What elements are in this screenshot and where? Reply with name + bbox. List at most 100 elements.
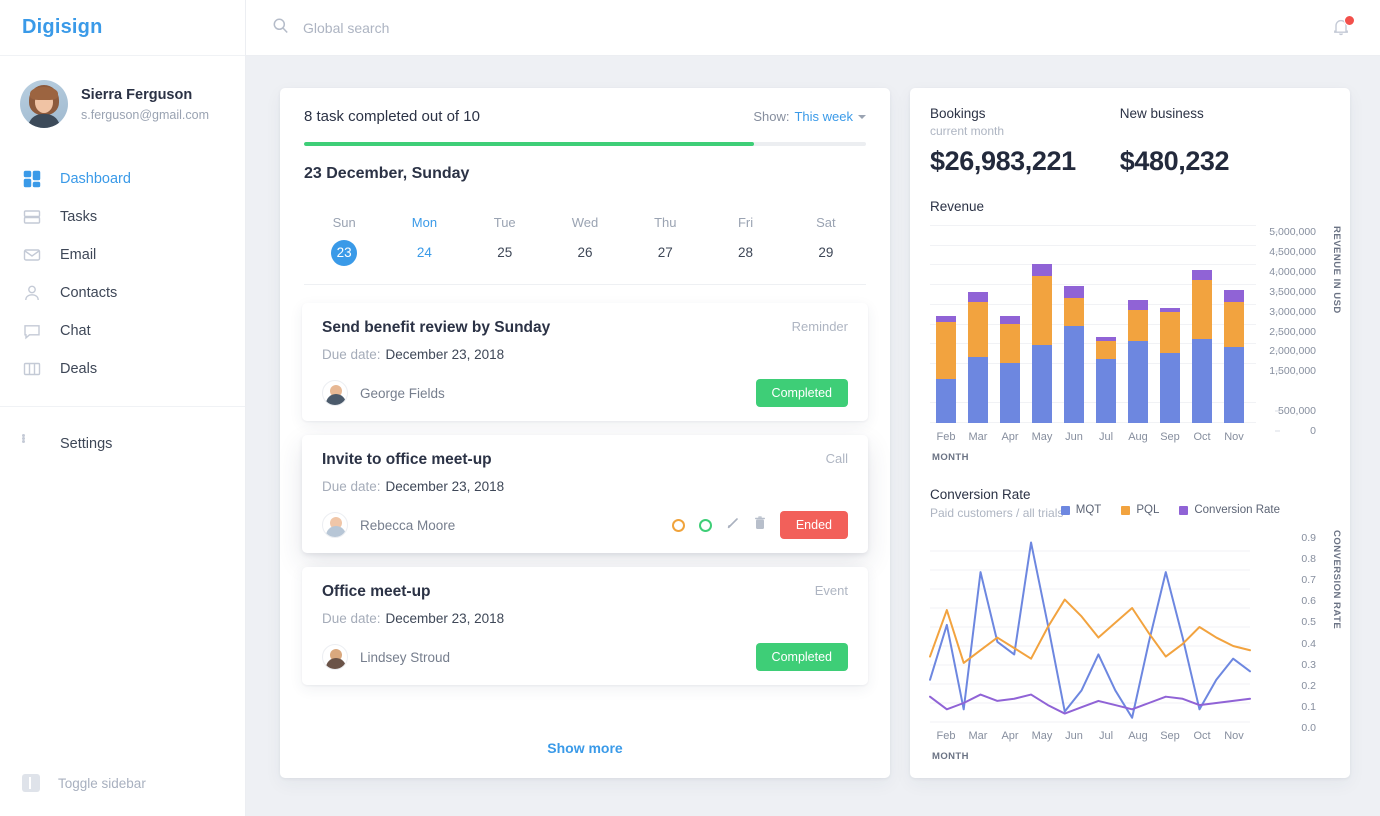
sidebar-item-settings[interactable]: Settings — [0, 425, 245, 463]
x-tick-label: Oct — [1186, 730, 1218, 742]
stacked-bar — [1160, 308, 1180, 423]
task-list: Send benefit review by SundayReminder Due… — [280, 285, 890, 732]
task-type-tag: Reminder — [792, 319, 848, 334]
sidebar-item-deals[interactable]: Deals — [0, 350, 245, 388]
week-day-number[interactable]: 26 — [572, 240, 598, 266]
bar-segment-cr — [1032, 264, 1052, 276]
show-more-button[interactable]: Show more — [547, 740, 622, 756]
bar-segment-mqt — [1000, 363, 1020, 423]
bar-column[interactable] — [1058, 226, 1090, 423]
y-tick-label: 0.5 — [1301, 616, 1316, 628]
bar-segment-cr — [968, 292, 988, 302]
global-search[interactable] — [272, 17, 723, 39]
status-badge[interactable]: Completed — [756, 379, 848, 407]
status-badge[interactable]: Ended — [780, 511, 848, 539]
week-day-fri[interactable]: Fri28 — [705, 215, 785, 266]
search-icon — [272, 17, 289, 39]
bar-segment-pql — [1192, 280, 1212, 340]
task-item[interactable]: Office meet-upEventDue date:December 23,… — [302, 567, 868, 685]
brand[interactable]: Digisign — [0, 0, 245, 56]
line-x-tick-labels: FebMarAprMayJunJulAugSepOctNov — [930, 730, 1250, 742]
week-day-number[interactable]: 29 — [813, 240, 839, 266]
bar-column[interactable] — [1122, 226, 1154, 423]
kpi-bookings: Bookings current month $26,983,221 — [930, 106, 1076, 177]
y-tick-label: 0.2 — [1301, 680, 1316, 692]
bar-column[interactable] — [994, 226, 1026, 423]
sidebar-item-contacts[interactable]: Contacts — [0, 274, 245, 312]
legend-label: PQL — [1136, 504, 1159, 516]
panel-toggle-icon — [22, 774, 40, 792]
week-day-number[interactable]: 24 — [411, 240, 437, 266]
y-tick-label: 0.9 — [1301, 532, 1316, 544]
week-day-number[interactable]: 23 — [331, 240, 357, 266]
task-item-footer: George Fields Completed — [322, 379, 848, 407]
legend-item[interactable]: MQT — [1061, 504, 1102, 516]
week-day-sun[interactable]: Sun23 — [304, 215, 384, 266]
bar-column[interactable] — [1186, 226, 1218, 423]
week-day-number[interactable]: 28 — [733, 240, 759, 266]
notifications-button[interactable] — [1330, 16, 1354, 40]
sidebar-item-label: Chat — [60, 323, 91, 339]
task-item[interactable]: Send benefit review by SundayReminder Due… — [302, 303, 868, 421]
bar-segment-pql — [1064, 298, 1084, 326]
brand-name: Digisign — [22, 16, 103, 39]
due-date-label: Due date: — [322, 347, 381, 362]
bar-segment-pql — [936, 322, 956, 380]
done-ring-icon[interactable] — [699, 519, 712, 532]
delete-trash-icon[interactable] — [754, 516, 766, 535]
task-due-date: Due date:December 23, 2018 — [322, 479, 848, 494]
bar-column[interactable] — [1090, 226, 1122, 423]
show-filter-dropdown[interactable]: Show: This week — [753, 109, 866, 124]
bar-segment-cr — [1000, 316, 1020, 324]
task-item[interactable]: Invite to office meet-upCallDue date:Dec… — [302, 435, 868, 553]
kpi-sublabel: current month — [930, 124, 1076, 139]
task-assignee[interactable]: Lindsey Stroud — [322, 644, 450, 670]
week-day-wed[interactable]: Wed26 — [545, 215, 625, 266]
task-item-header: Office meet-upEvent — [322, 583, 848, 601]
task-assignee[interactable]: George Fields — [322, 380, 445, 406]
edit-pencil-icon[interactable] — [726, 516, 740, 535]
week-day-mon[interactable]: Mon 24 — [384, 215, 464, 266]
kpi-label: Bookings — [930, 106, 1076, 121]
bar-column[interactable] — [962, 226, 994, 423]
status-badge[interactable]: Completed — [756, 643, 848, 671]
sidebar-item-dashboard[interactable]: Dashboard — [0, 160, 245, 198]
bar-column[interactable] — [1218, 226, 1250, 423]
bar-y-axis-title: REVENUE IN USD — [1331, 226, 1342, 314]
x-tick-label: Aug — [1122, 431, 1154, 443]
week-day-sat[interactable]: Sat29 — [786, 215, 866, 266]
sidebar-item-email[interactable]: Email — [0, 236, 245, 274]
y-tick-label: 0.4 — [1301, 638, 1316, 650]
user-profile[interactable]: Sierra Ferguson s.ferguson@gmail.com — [0, 56, 245, 154]
legend-label: Conversion Rate — [1194, 504, 1280, 516]
pending-ring-icon[interactable] — [672, 519, 685, 532]
task-assignee[interactable]: Rebecca Moore — [322, 512, 455, 538]
y-tick-mark — [1275, 431, 1280, 432]
week-day-tue[interactable]: Tue 25 — [465, 215, 545, 266]
week-day-name: Tue — [465, 215, 545, 230]
legend-item[interactable]: Conversion Rate — [1179, 504, 1280, 516]
sidebar-item-chat[interactable]: Chat — [0, 312, 245, 350]
y-tick-mark — [1275, 411, 1280, 412]
bar-column[interactable] — [930, 226, 962, 423]
week-day-number[interactable]: 27 — [652, 240, 678, 266]
task-type-tag: Call — [826, 451, 848, 466]
x-tick-label: Mar — [962, 730, 994, 742]
week-day-thu[interactable]: Thu27 — [625, 215, 705, 266]
task-item-header: Send benefit review by SundayReminder — [322, 319, 848, 337]
x-tick-label: Apr — [994, 431, 1026, 443]
x-tick-label: May — [1026, 730, 1058, 742]
legend-item[interactable]: PQL — [1121, 504, 1159, 516]
bar-column[interactable] — [1026, 226, 1058, 423]
bar-column[interactable] — [1154, 226, 1186, 423]
x-tick-label: Jun — [1058, 431, 1090, 443]
x-tick-label: Nov — [1218, 431, 1250, 443]
task-actions: Completed — [756, 379, 848, 407]
toggle-sidebar-button[interactable]: Toggle sidebar — [0, 766, 245, 800]
week-day-number[interactable]: 25 — [492, 240, 518, 266]
sidebar-item-tasks[interactable]: Tasks — [0, 198, 245, 236]
task-item-footer: Lindsey Stroud Completed — [322, 643, 848, 671]
week-day-name: Mon — [384, 215, 464, 230]
bar-segment-mqt — [936, 379, 956, 423]
search-input[interactable] — [303, 20, 723, 36]
